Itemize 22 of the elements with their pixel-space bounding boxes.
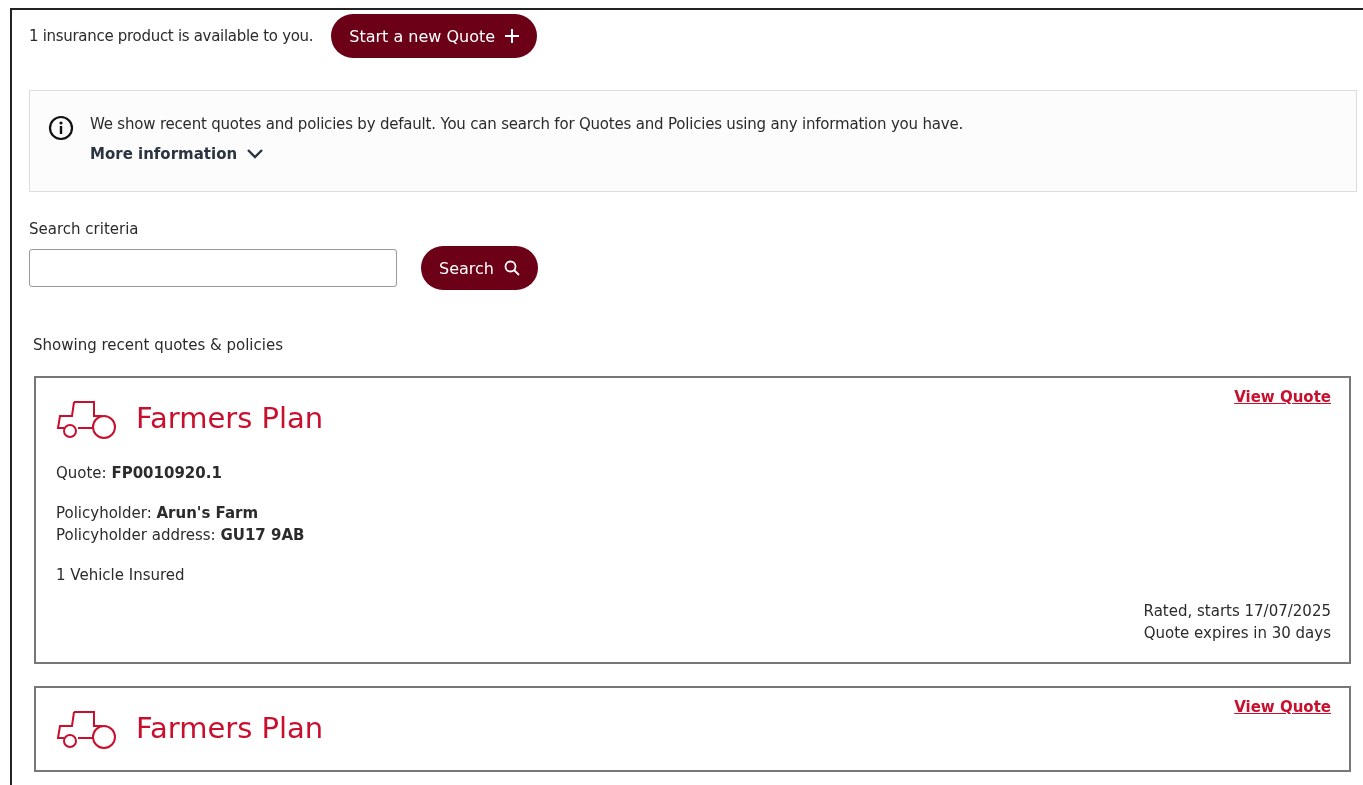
- info-text: We show recent quotes and policies by default. You can search for Quotes and Policies using any information you have.: [90, 115, 964, 133]
- search-icon: [503, 260, 520, 276]
- vehicles-text: 1 Vehicle Insured: [56, 565, 186, 586]
- new-quote-button[interactable]: Start a new Quote: [331, 14, 538, 58]
- more-information-toggle[interactable]: More information: [90, 145, 264, 163]
- quote-status: Rated, starts 17/07/2025: [1143, 601, 1331, 622]
- search-field[interactable]: [29, 249, 397, 287]
- search-button[interactable]: Search: [421, 246, 538, 290]
- product-title: Farmers Plan: [136, 711, 324, 745]
- chevron-icon: [247, 149, 264, 159]
- quote-number: Quote: FP0010920.1: [56, 463, 223, 484]
- address-text: Policyholder address: GU17 9AB: [56, 525, 306, 546]
- product-title: Farmers Plan: [136, 401, 324, 435]
- search-label: Search criteria: [29, 220, 140, 238]
- info-icon: [48, 115, 74, 141]
- view-quote-link[interactable]: View Quote: [1234, 698, 1331, 716]
- view-quote-link[interactable]: View Quote: [1234, 388, 1331, 406]
- results-heading: Showing recent quotes & policies: [33, 336, 284, 354]
- expiry-text: Quote expires in 30 days: [1143, 623, 1331, 644]
- availability-text: 1 insurance product is available to you.: [29, 27, 314, 45]
- plus-icon: [505, 29, 520, 43]
- policyholder-text: Policyholder: Arun's Farm: [56, 503, 260, 524]
